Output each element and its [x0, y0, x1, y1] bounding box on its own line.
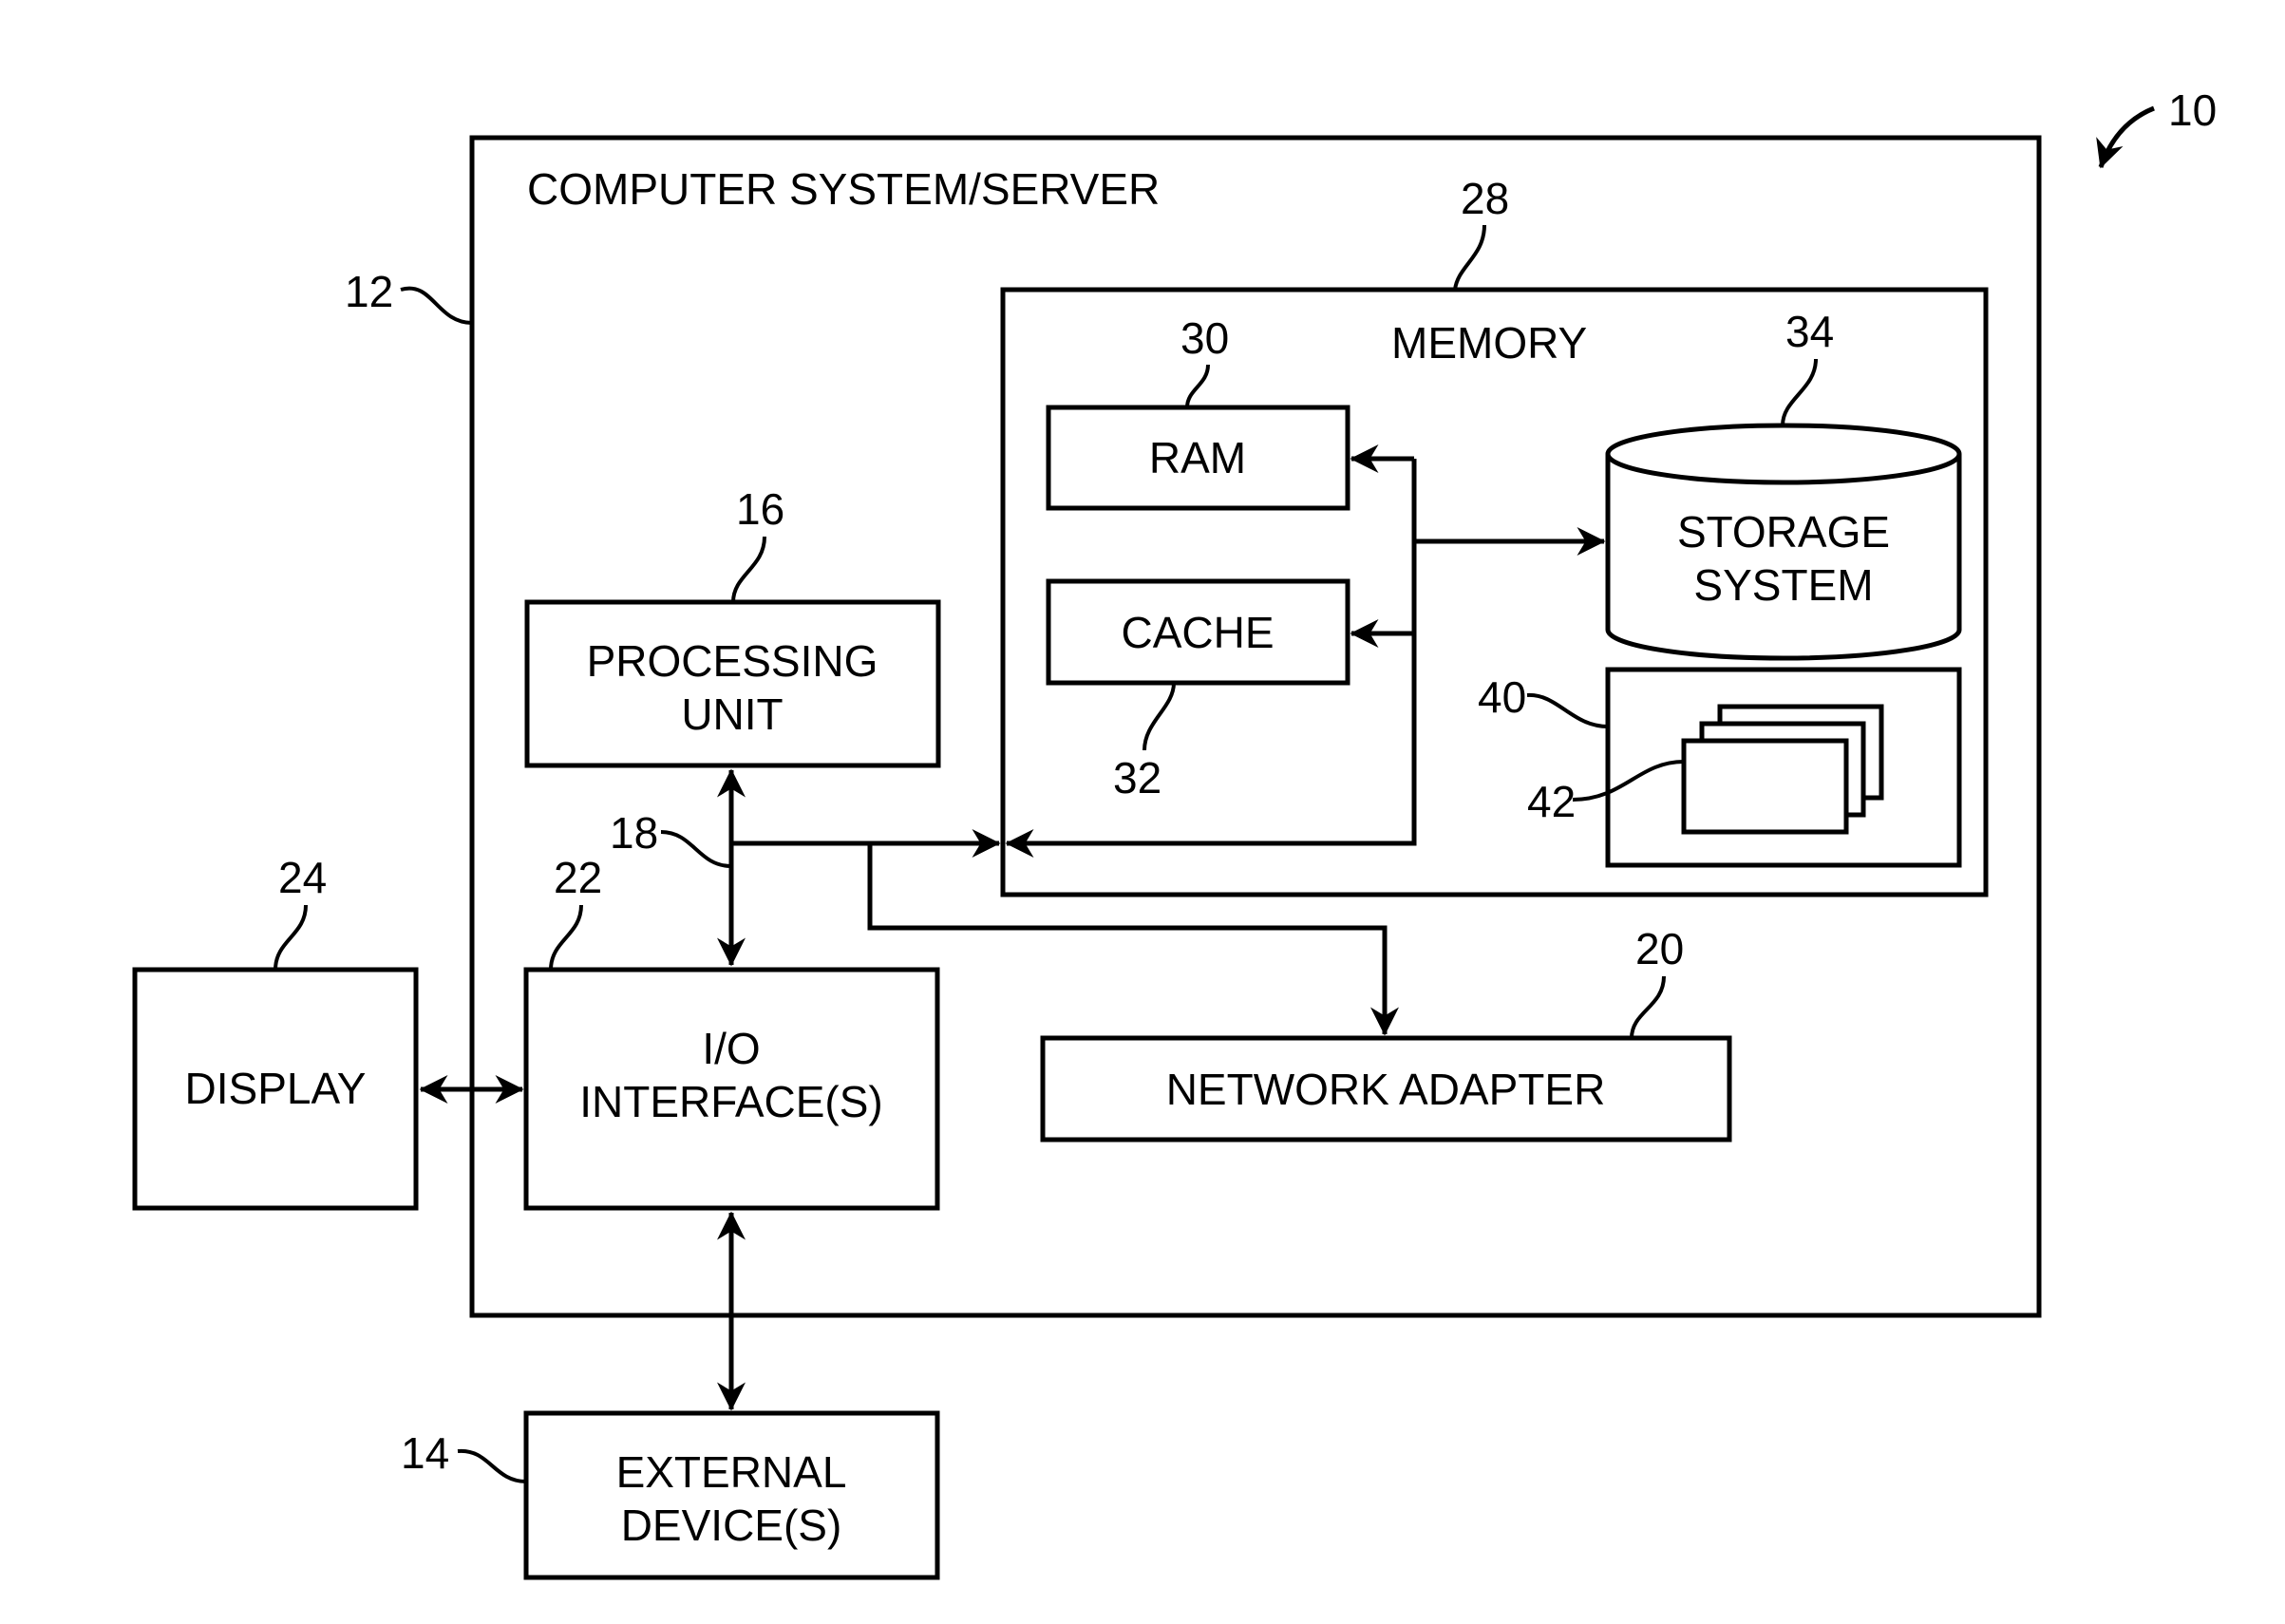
figure-ref-arrow-icon: [2096, 105, 2155, 169]
external-devices-label-line1: EXTERNAL: [616, 1447, 847, 1497]
figure-ref-10: 10: [2096, 85, 2217, 169]
processing-unit-label-line2: UNIT: [681, 689, 783, 739]
computer-system-label: COMPUTER SYSTEM/SERVER: [527, 164, 1160, 214]
figure-ref-number: 10: [2168, 85, 2217, 135]
external-devices: EXTERNAL DEVICE(S) 14: [401, 1410, 940, 1580]
program-modules-ref: 42: [1527, 777, 1576, 826]
memory-ref: 28: [1461, 174, 1509, 223]
ram-label: RAM: [1149, 433, 1246, 482]
display-label: DISPLAY: [185, 1064, 367, 1113]
processing-unit-label-line1: PROCESSING: [587, 636, 878, 686]
storage-label-line2: SYSTEM: [1693, 560, 1873, 610]
memory-label: MEMORY: [1391, 318, 1587, 368]
processing-unit-ref: 16: [736, 484, 784, 534]
program-group-ref: 40: [1478, 672, 1526, 722]
system-diagram: 10 COMPUTER SYSTEM/SERVER 12 MEMORY 28 R…: [132, 85, 2217, 1580]
io-interface-label-line1: I/O: [702, 1024, 760, 1073]
computer-system-leader: [400, 286, 473, 325]
io-interface-ref: 22: [554, 853, 602, 902]
storage-label-line1: STORAGE: [1677, 507, 1890, 557]
computer-system-ref: 12: [345, 267, 393, 316]
ram-ref: 30: [1180, 313, 1229, 363]
cache-ref: 32: [1113, 753, 1161, 803]
display: DISPLAY 24: [132, 853, 419, 1211]
storage-cylinder-top: [1605, 423, 1962, 485]
network-adapter-ref: 20: [1635, 924, 1684, 973]
cache-label: CACHE: [1121, 608, 1274, 657]
network-adapter-label: NETWORK ADAPTER: [1166, 1065, 1606, 1114]
io-interface-label-line2: INTERFACE(S): [579, 1077, 882, 1126]
display-ref: 24: [278, 853, 327, 902]
bus-ref: 18: [610, 808, 658, 858]
external-devices-ref: 14: [401, 1428, 449, 1478]
external-devices-label-line2: DEVICE(S): [621, 1501, 842, 1550]
external-devices-leader: [457, 1448, 527, 1483]
storage-ref: 34: [1785, 307, 1834, 356]
program-module-front: [1681, 738, 1849, 835]
display-leader: [274, 904, 308, 971]
